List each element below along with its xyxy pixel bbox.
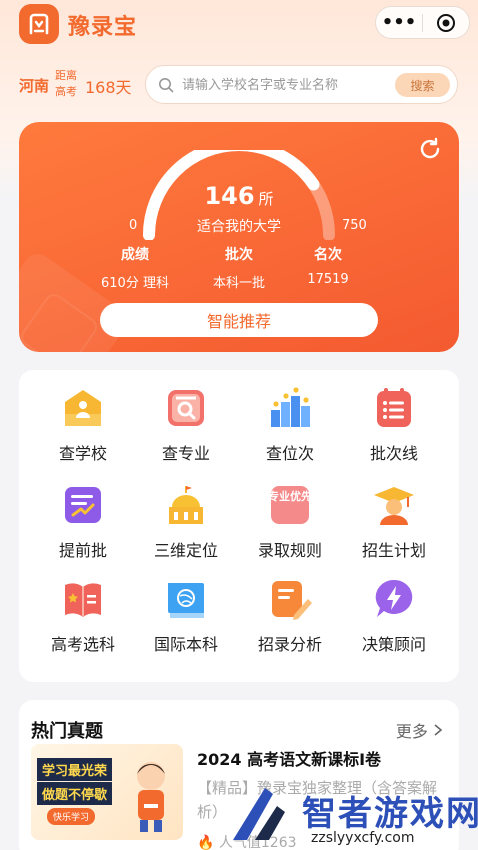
lightning-bubble-icon — [372, 577, 416, 621]
grid-item-label: 查学校 — [58, 444, 107, 463]
province-selector[interactable]: 河南 — [19, 75, 49, 96]
app-logo-icon — [19, 4, 59, 44]
count-value: 146 — [204, 182, 255, 210]
stat-value: 17519 — [307, 272, 349, 287]
thumb-badge: 快乐学习 — [47, 808, 96, 825]
grid-item-decision-advisor[interactable]: 决策顾问 — [344, 577, 444, 655]
fire-icon: 🔥 — [197, 835, 215, 850]
chevron-right-icon — [433, 722, 443, 741]
grid-item-major[interactable]: 查专业 — [136, 386, 236, 464]
stat-label: 成绩 — [121, 247, 149, 263]
grid-item-label: 提前批 — [58, 541, 107, 560]
app-header: 豫录宝 ••• — [0, 0, 478, 56]
grid-item-label: 三维定位 — [153, 541, 218, 560]
target-circle-icon[interactable] — [423, 13, 469, 33]
gauge-subtitle: 适合我的大学 — [197, 219, 281, 235]
grid-item-rank[interactable]: 查位次 — [240, 386, 340, 464]
feature-grid: 查学校 查专业 查位次 批次线 提前批 三维定位 专业优先 录取规则 招生计划 … — [19, 370, 459, 682]
grid-item-label: 查专业 — [161, 444, 210, 463]
refresh-icon[interactable] — [417, 136, 443, 166]
stat-value: 610分 理科 — [101, 276, 169, 291]
article-thumbnail[interactable]: 学习最光荣 做题不停歇 快乐学习 — [31, 744, 183, 840]
thumb-text: 做题不停歇 — [37, 782, 113, 805]
major-search-icon — [164, 386, 208, 430]
analysis-pen-icon — [268, 577, 312, 621]
stat-label: 名次 — [314, 247, 342, 263]
app-name: 豫录宝 — [68, 15, 138, 40]
grid-item-school[interactable]: 查学校 — [33, 386, 133, 464]
gauge-min-label: 0 — [129, 218, 138, 233]
exam-countdown-days: 168天 — [85, 78, 132, 97]
search-button[interactable]: 搜索 — [395, 73, 450, 97]
major-priority-text: 专业优先 — [268, 490, 312, 503]
school-icon — [61, 386, 105, 430]
admission-rule-icon: 专业优先 — [268, 483, 312, 527]
search-icon — [158, 77, 174, 97]
more-label: 更多 — [395, 722, 428, 741]
stat-batch[interactable]: 批次 本科一批 — [189, 244, 289, 291]
article-title[interactable]: 2024 高考语文新课标Ⅰ卷 — [197, 746, 381, 770]
grid-item-3d-locate[interactable]: 三维定位 — [136, 483, 236, 561]
grid-item-label: 决策顾问 — [361, 635, 426, 654]
grid-item-early-batch[interactable]: 提前批 — [33, 483, 133, 561]
batch-list-icon — [372, 386, 416, 430]
grid-item-label: 国际本科 — [153, 635, 218, 654]
matching-university-count: 146 所 — [19, 182, 459, 210]
stat-score[interactable]: 成绩 610分 理科 — [85, 244, 185, 291]
count-unit: 所 — [258, 190, 274, 208]
section-title: 热门真题 — [31, 721, 103, 742]
rank-chart-icon — [268, 386, 312, 430]
watermark-logo-icon — [233, 788, 285, 840]
watermark: 智者游戏网 zzslyyxcfy.com — [225, 780, 478, 850]
stat-label: 批次 — [225, 247, 253, 263]
thumb-text: 学习最光荣 — [37, 758, 113, 781]
recommendation-card: 146 所 适合我的大学 0 750 成绩 610分 理科 批次 本科一批 名次 … — [19, 122, 459, 352]
grid-item-label: 招生计划 — [361, 541, 426, 560]
watermark-text: 智者游戏网 — [302, 794, 478, 834]
globe-book-icon — [164, 577, 208, 621]
smart-recommend-button[interactable]: 智能推荐 — [100, 303, 378, 337]
watermark-url: zzslyyxcfy.com — [311, 830, 415, 846]
grid-item-label: 招录分析 — [257, 635, 322, 654]
grid-item-admission-analysis[interactable]: 招录分析 — [240, 577, 340, 655]
gauge-max-label: 750 — [342, 218, 367, 233]
grid-item-admission-rules[interactable]: 专业优先 录取规则 — [240, 483, 340, 561]
grid-item-enroll-plan[interactable]: 招生计划 — [344, 483, 444, 561]
grid-item-subject-select[interactable]: 高考选科 — [33, 577, 133, 655]
more-link[interactable]: 更多 — [396, 718, 443, 742]
grid-item-label: 批次线 — [369, 444, 418, 463]
grid-item-batch-line[interactable]: 批次线 — [344, 386, 444, 464]
grid-item-label: 录取规则 — [257, 541, 322, 560]
locate-building-icon — [164, 483, 208, 527]
mini-program-capsule: ••• — [375, 6, 470, 39]
exam-countdown-label: 距离高考 — [55, 69, 77, 98]
early-batch-icon — [61, 483, 105, 527]
stat-rank[interactable]: 名次 17519 — [278, 244, 378, 287]
graduation-cap-icon — [372, 483, 416, 527]
search-input[interactable] — [182, 74, 387, 96]
more-dots-icon[interactable]: ••• — [376, 12, 422, 33]
student-illustration — [137, 762, 165, 832]
grid-item-intl-undergrad[interactable]: 国际本科 — [136, 577, 236, 655]
search-bar[interactable]: 搜索 — [145, 65, 458, 104]
grid-item-label: 高考选科 — [50, 635, 115, 654]
book-star-icon — [61, 577, 105, 621]
grid-item-label: 查位次 — [265, 444, 314, 463]
stat-value: 本科一批 — [212, 276, 265, 291]
